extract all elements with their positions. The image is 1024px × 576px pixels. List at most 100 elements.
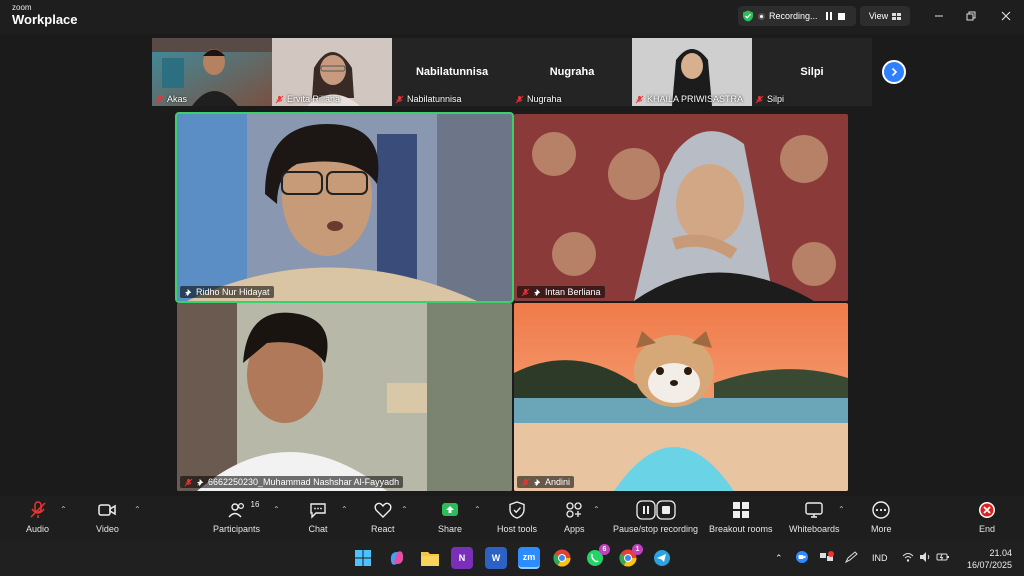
strip-tile[interactable]: Akas [152, 38, 272, 106]
pin-icon [533, 478, 541, 486]
pen-input-icon[interactable] [844, 551, 859, 565]
shield-icon [509, 501, 525, 519]
zoom-tray-icon[interactable] [796, 551, 808, 565]
share-screen-icon [442, 503, 459, 516]
participant-name-label: 6662250230_Muhammad Nashshar Al-Fayyadh [180, 476, 404, 488]
show-hidden-icons-chevron-icon[interactable]: ⌃ [775, 553, 783, 564]
view-button[interactable]: View [860, 6, 910, 26]
meeting-toolbar: Audio ⌃ Video ⌃ 16 Participants ⌃ Chat ⌃… [0, 496, 1024, 540]
file-explorer-icon[interactable] [419, 547, 441, 569]
end-meeting-icon [979, 502, 995, 518]
video-tile[interactable]: 6662250230_Muhammad Nashshar Al-Fayyadh [177, 303, 512, 491]
windows-start-icon[interactable] [352, 547, 374, 569]
zoom-window: zoom Workplace Recording... View Akas Er… [0, 0, 1024, 576]
video-tile[interactable]: Intan Berliana [514, 114, 848, 301]
apps-options-chevron-icon[interactable]: ⌃ [593, 505, 600, 514]
view-label: View [868, 11, 889, 21]
strip-tile[interactable]: KHAILA PRIWISASTRA [632, 38, 752, 106]
pause-recording-icon[interactable] [825, 12, 832, 20]
mic-muted-icon [29, 501, 46, 518]
participant-name-label: Intan Berliana [517, 286, 605, 298]
pin-icon [184, 288, 192, 296]
strip-name: Akas [155, 94, 187, 104]
video-tile[interactable]: Andini [514, 303, 848, 491]
mic-muted-icon [521, 478, 530, 486]
participants-button[interactable]: 16 Participants [213, 500, 260, 534]
participant-video [514, 114, 848, 301]
share-button[interactable]: Share [438, 500, 462, 534]
chrome-profile-icon[interactable]: 1 [617, 544, 643, 569]
strip-name: Nabilatunnisa [395, 94, 462, 104]
end-meeting-button[interactable]: End [977, 500, 997, 534]
language-indicator[interactable]: IND [872, 553, 888, 563]
participants-count: 16 [250, 500, 260, 509]
strip-name: KHAILA PRIWISASTRA [635, 94, 743, 104]
video-camera-icon [98, 504, 117, 516]
strip-tile[interactable]: Silpi Silpi [752, 38, 872, 106]
whatsapp-icon[interactable]: 6 [584, 544, 610, 569]
recording-label: Recording... [769, 11, 818, 21]
audio-button[interactable]: Audio [26, 500, 49, 534]
close-icon[interactable] [997, 7, 1015, 25]
strip-name: Silpi [755, 94, 784, 104]
mic-muted-icon [155, 95, 164, 103]
video-tile-active-speaker[interactable]: Ridho Nur Hidayat [175, 112, 514, 303]
apps-button[interactable]: Apps [564, 500, 585, 534]
whatsapp-badge: 6 [599, 544, 610, 555]
volume-icon[interactable] [919, 551, 931, 565]
strip-tile[interactable]: Nabilatunnisa Nabilatunnisa [392, 38, 512, 106]
stop-recording-icon[interactable] [837, 12, 845, 20]
participant-name-label: Andini [517, 476, 575, 488]
clock-time: 21.04 [989, 548, 1012, 558]
react-button[interactable]: React [371, 500, 395, 534]
chrome-icon[interactable] [551, 547, 573, 569]
whiteboard-icon [805, 502, 823, 518]
strip-big-name: Nabilatunnisa [415, 66, 489, 78]
participants-icon [227, 502, 244, 518]
strip-tile[interactable]: Ervita Riliana [272, 38, 392, 106]
participant-name-label: Ridho Nur Hidayat [180, 286, 274, 298]
more-button[interactable]: More [871, 500, 892, 534]
breakout-rooms-button[interactable]: Breakout rooms [709, 500, 773, 534]
telegram-icon[interactable] [651, 547, 673, 569]
shield-check-icon [743, 10, 753, 22]
chat-bubble-icon [310, 503, 326, 519]
whiteboards-options-chevron-icon[interactable]: ⌃ [838, 505, 845, 514]
strip-big-name: Nugraha [549, 66, 595, 78]
strip-name: Nugraha [515, 94, 562, 104]
chat-options-chevron-icon[interactable]: ⌃ [341, 505, 348, 514]
word-icon[interactable]: W [485, 547, 507, 569]
strip-tile[interactable]: Nugraha Nugraha [512, 38, 632, 106]
chat-button[interactable]: Chat [308, 500, 328, 534]
grid-view-icon [892, 12, 902, 20]
minimize-icon[interactable] [930, 7, 948, 25]
title-bar: zoom Workplace Recording... View [0, 0, 1024, 34]
video-button[interactable]: Video [96, 500, 119, 534]
copilot-icon[interactable] [386, 547, 408, 569]
windows-taskbar: N W zm 6 1 ⌃ IND 21.04 16/07/2025 [0, 540, 1024, 576]
mic-muted-icon [521, 288, 530, 296]
host-tools-button[interactable]: Host tools [497, 500, 537, 534]
pin-icon [533, 288, 541, 296]
next-page-button[interactable] [882, 60, 906, 84]
taskbar-clock[interactable]: 21.04 16/07/2025 [967, 547, 1012, 571]
participant-video [177, 303, 512, 491]
react-options-chevron-icon[interactable]: ⌃ [401, 505, 408, 514]
chevron-right-icon [891, 67, 898, 77]
wifi-icon[interactable] [902, 551, 914, 565]
battery-icon[interactable] [936, 551, 950, 565]
video-options-chevron-icon[interactable]: ⌃ [134, 505, 141, 514]
network-status-icon[interactable] [820, 551, 834, 565]
participants-options-chevron-icon[interactable]: ⌃ [273, 505, 280, 514]
onenote-icon[interactable]: N [451, 547, 473, 569]
pause-stop-recording-button[interactable]: Pause/stop recording [613, 500, 698, 534]
recording-indicator[interactable]: Recording... [738, 6, 856, 26]
share-options-chevron-icon[interactable]: ⌃ [474, 505, 481, 514]
zoom-logo: zoom Workplace [12, 4, 78, 27]
audio-options-chevron-icon[interactable]: ⌃ [60, 505, 67, 514]
mic-muted-icon [755, 95, 764, 103]
zoom-app-icon[interactable]: zm [518, 547, 540, 569]
mic-muted-icon [395, 95, 404, 103]
restore-icon[interactable] [962, 7, 980, 25]
whiteboards-button[interactable]: Whiteboards [789, 500, 840, 534]
